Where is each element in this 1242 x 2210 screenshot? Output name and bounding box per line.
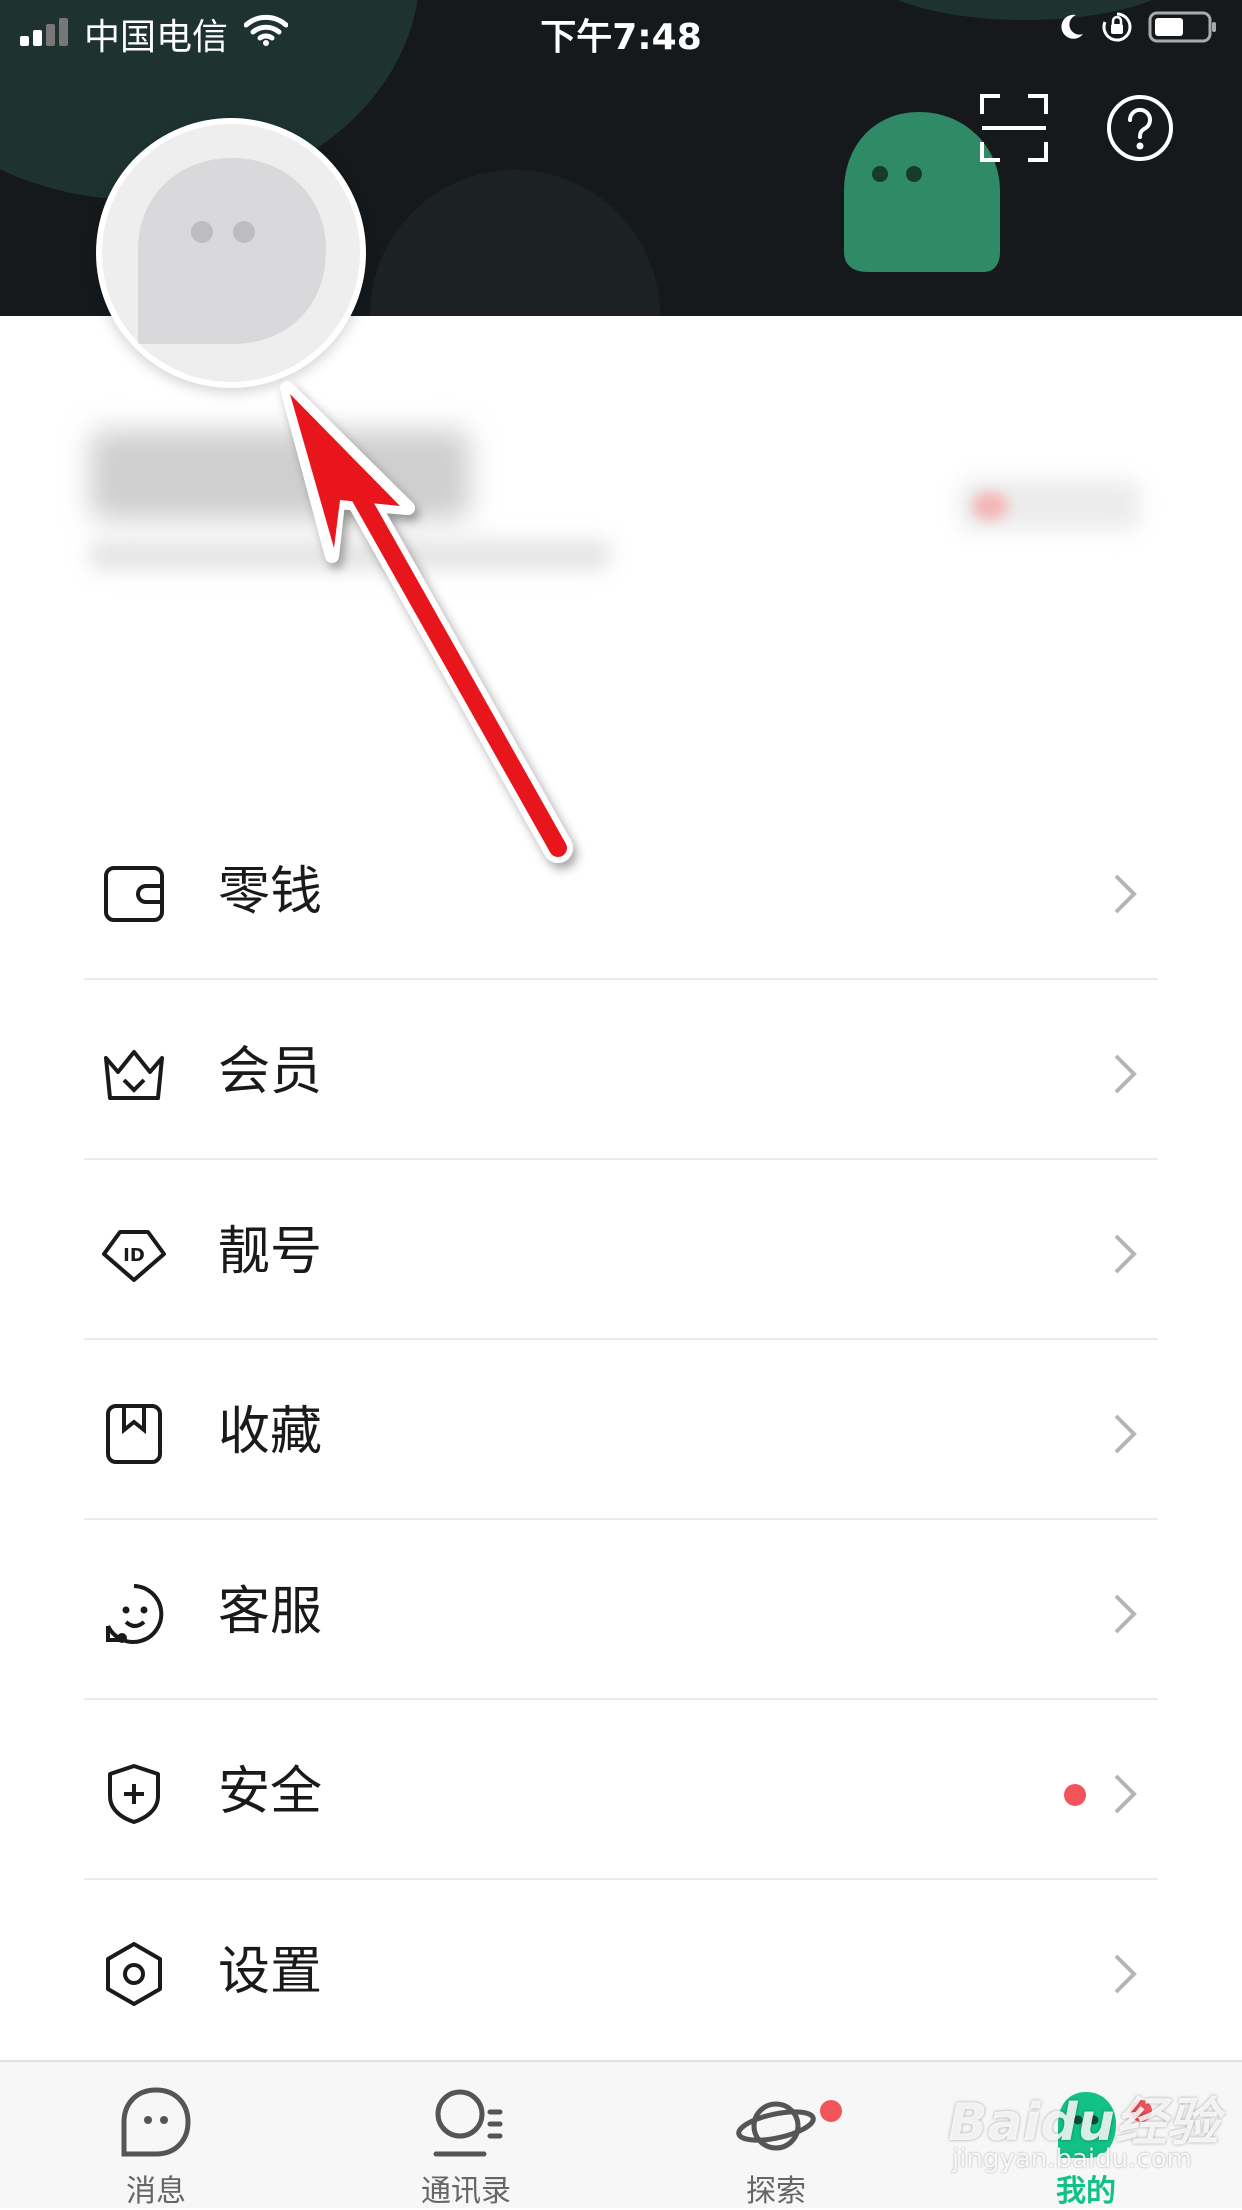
- rotation-lock-icon: [1102, 12, 1132, 42]
- wallet-icon: [104, 866, 164, 922]
- chevron-right-icon: [1114, 1594, 1137, 1634]
- menu-label: 安全: [218, 1762, 323, 1822]
- chevron-right-icon: [1114, 1954, 1137, 1994]
- profile-name-blurred: [90, 430, 470, 520]
- tab-explore[interactable]: 探索: [696, 2062, 856, 2210]
- menu-item-membership[interactable]: 会员: [84, 980, 1158, 1160]
- menu-label: 客服: [218, 1582, 323, 1642]
- svg-text:ID: ID: [123, 1245, 145, 1266]
- bookmark-icon: [106, 1404, 162, 1464]
- chevron-right-icon: [1114, 874, 1137, 914]
- contacts-icon: [433, 2089, 503, 2157]
- battery-icon: [1148, 11, 1216, 43]
- chevron-right-icon: [1114, 1054, 1137, 1094]
- settings-menu: 零钱 会员 ID 靓号 收藏 客服 安全 设置: [84, 800, 1158, 2060]
- notification-dot: [1064, 1784, 1086, 1806]
- watermark-url: jingyan.baidu.com: [952, 2144, 1192, 2174]
- tab-label: 消息: [126, 2174, 186, 2209]
- planet-icon: [736, 2101, 816, 2151]
- menu-label: 收藏: [218, 1402, 323, 1462]
- menu-item-customer-service[interactable]: 客服: [84, 1520, 1158, 1700]
- tab-messages[interactable]: 消息: [76, 2062, 236, 2210]
- chevron-right-icon: [1114, 1414, 1137, 1454]
- profile-extra-blurred-dot: [972, 492, 1008, 520]
- shield-icon: [108, 1764, 160, 1824]
- chevron-right-icon: [1114, 1774, 1137, 1814]
- help-button[interactable]: [1104, 92, 1176, 164]
- headset-face-icon: [106, 1584, 164, 1644]
- avatar[interactable]: [96, 118, 366, 388]
- menu-label: 会员: [218, 1042, 323, 1102]
- notification-dot: [820, 2100, 842, 2122]
- menu-item-vanity-id[interactable]: ID 靓号: [84, 1160, 1158, 1340]
- menu-item-favorites[interactable]: 收藏: [84, 1340, 1158, 1520]
- baidu-watermark: Baidu经验 jingyan.baidu.com: [948, 2080, 1228, 2180]
- menu-label: 设置: [218, 1942, 323, 2002]
- header-decor-blob: [370, 170, 660, 316]
- scan-button[interactable]: [978, 92, 1050, 164]
- status-bar: 中国电信 下午7:48: [0, 0, 1242, 60]
- crown-icon: [104, 1050, 164, 1100]
- ghost-avatar-icon: [138, 158, 326, 344]
- moon-icon: [1061, 14, 1083, 39]
- tab-label: 探索: [746, 2174, 806, 2209]
- profile-id-blurred: [90, 540, 610, 570]
- id-badge-icon: ID: [102, 1230, 166, 1282]
- scan-icon: [980, 94, 1048, 162]
- tab-contacts[interactable]: 通讯录: [386, 2062, 546, 2210]
- menu-label: 零钱: [218, 862, 323, 922]
- chat-bubble-icon: [121, 2087, 191, 2157]
- menu-item-settings[interactable]: 设置: [84, 1880, 1158, 2060]
- chevron-right-icon: [1114, 1234, 1137, 1274]
- tab-label: 通讯录: [421, 2174, 511, 2209]
- menu-label: 靓号: [218, 1222, 323, 1282]
- menu-item-wallet[interactable]: 零钱: [84, 800, 1158, 980]
- help-icon: [1107, 95, 1173, 161]
- hexagon-gear-icon: [106, 1942, 162, 2006]
- menu-item-security[interactable]: 安全: [84, 1700, 1158, 1880]
